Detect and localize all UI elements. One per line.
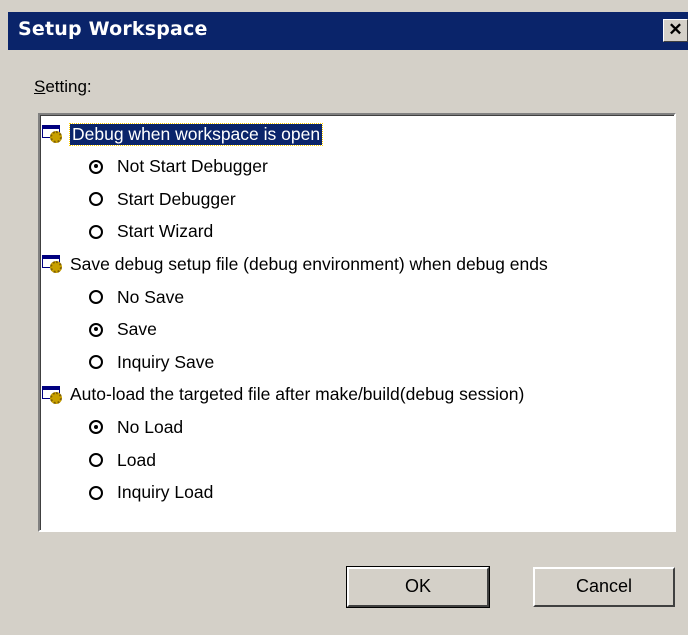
window-title: Setup Workspace (18, 18, 208, 40)
radio-option[interactable]: No Load (89, 412, 183, 442)
setup-workspace-dialog: Setup Workspace ✕ Setting: Debug when wo… (0, 0, 688, 635)
title-bar[interactable]: Setup Workspace ✕ (8, 12, 688, 50)
radio-checked-icon[interactable] (89, 420, 103, 435)
cancel-button[interactable]: Cancel (533, 567, 675, 607)
tree-group-1[interactable]: Save debug setup file (debug environment… (42, 249, 548, 279)
radio-option[interactable]: No Save (89, 282, 184, 312)
setting-label: Setting: (34, 77, 92, 97)
setting-label-rest: etting: (45, 77, 92, 96)
radio-option[interactable]: Save (89, 315, 157, 345)
radio-unchecked-icon[interactable] (89, 192, 103, 207)
radio-checked-icon[interactable] (89, 159, 103, 174)
radio-option-label: No Save (117, 286, 185, 307)
radio-unchecked-icon[interactable] (89, 290, 103, 304)
radio-checked-icon[interactable] (89, 322, 103, 337)
radio-option[interactable]: Start Wizard (89, 217, 213, 247)
tree-group-0[interactable]: Debug when workspace is open (42, 119, 324, 149)
radio-option[interactable]: Not Start Debugger (89, 152, 268, 182)
radio-option-label: Inquiry Load (117, 482, 214, 503)
radio-unchecked-icon[interactable] (89, 485, 103, 500)
settings-group-icon (42, 385, 64, 404)
setting-label-mnemonic: S (34, 77, 46, 96)
radio-option[interactable]: Inquiry Save (89, 347, 214, 377)
settings-tree-content: Debug when workspace is open Not Start De… (40, 115, 674, 530)
tree-group-label: Auto-load the targeted file after make/b… (70, 384, 525, 405)
radio-option-label: Inquiry Save (117, 351, 215, 372)
close-icon: ✕ (668, 20, 683, 39)
radio-option[interactable]: Load (89, 445, 156, 475)
settings-tree[interactable]: Debug when workspace is open Not Start De… (38, 113, 676, 532)
radio-option[interactable]: Inquiry Load (89, 478, 213, 508)
tree-group-label: Debug when workspace is open (68, 122, 324, 146)
radio-option-label: Save (117, 319, 157, 340)
tree-group-label: Save debug setup file (debug environment… (70, 253, 548, 274)
settings-group-icon (42, 125, 64, 143)
radio-unchecked-icon[interactable] (89, 224, 103, 239)
close-button[interactable]: ✕ (663, 19, 688, 42)
radio-unchecked-icon[interactable] (89, 453, 103, 467)
radio-option-label: Start Wizard (117, 221, 214, 242)
settings-group-icon (42, 255, 64, 274)
radio-option-label: Start Debugger (117, 188, 236, 209)
radio-option-label: Not Start Debugger (117, 156, 268, 177)
tree-group-2[interactable]: Auto-load the targeted file after make/b… (42, 380, 524, 410)
radio-option-label: Load (117, 449, 156, 470)
radio-unchecked-icon[interactable] (89, 355, 103, 370)
radio-option-label: No Load (117, 416, 184, 437)
radio-option[interactable]: Start Debugger (89, 184, 236, 214)
ok-button[interactable]: OK (346, 566, 490, 608)
